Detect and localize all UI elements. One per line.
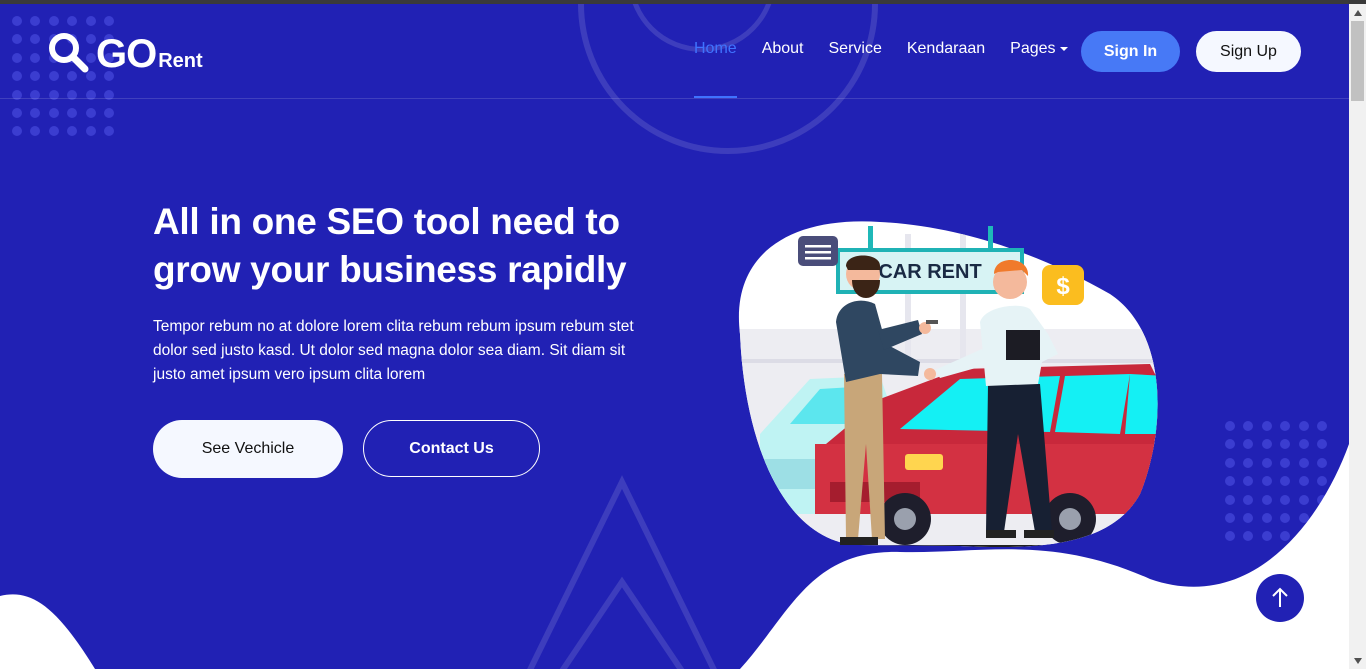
- scroll-down-arrow-icon[interactable]: [1349, 652, 1366, 669]
- car-rent-illustration: CAR RENT $: [738, 221, 1158, 548]
- arrow-up-icon: [1272, 587, 1288, 607]
- car-rent-sign-text: CAR RENT: [878, 261, 981, 283]
- dollar-icon: $: [1056, 273, 1070, 300]
- scroll-to-top-button[interactable]: [1256, 574, 1304, 622]
- scrollbar-thumb[interactable]: [1351, 21, 1364, 101]
- hero-section: GO Rent Home About Service Kendaraan Pag…: [0, 4, 1349, 669]
- page-scrollbar[interactable]: [1349, 4, 1366, 669]
- scroll-up-arrow-icon[interactable]: [1349, 4, 1366, 21]
